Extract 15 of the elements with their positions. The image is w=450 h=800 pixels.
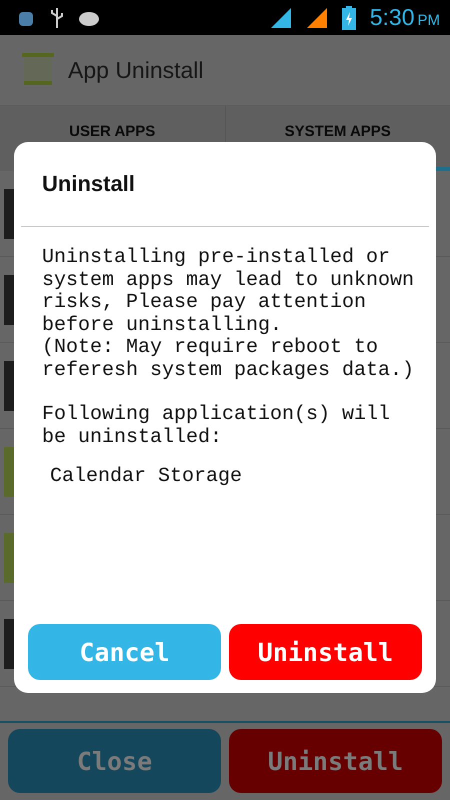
clock: 5:30 PM xyxy=(370,4,440,31)
usb-icon xyxy=(50,6,64,28)
dialog-title: Uninstall xyxy=(42,171,135,197)
app-name: Calendar Storage xyxy=(50,465,242,488)
list-label: Following application(s) will be uninstalled: xyxy=(42,404,392,449)
uninstall-button[interactable]: Uninstall xyxy=(229,729,442,793)
signal-icon xyxy=(270,6,292,28)
signal-icon xyxy=(306,6,328,28)
app-title: App Uninstall xyxy=(68,56,204,84)
close-button[interactable]: Close xyxy=(8,729,221,793)
note-text: (Note: May require reboot to referesh system packages data.) xyxy=(42,337,414,382)
cancel-button[interactable]: Cancel xyxy=(28,624,221,680)
warning-text: Uninstalling pre-installed or system apps may lead to unknown risks, Please pay attention before uninstalling. xyxy=(42,247,414,337)
uninstall-button[interactable]: Uninstall xyxy=(229,624,422,680)
battery-icon xyxy=(342,6,356,30)
